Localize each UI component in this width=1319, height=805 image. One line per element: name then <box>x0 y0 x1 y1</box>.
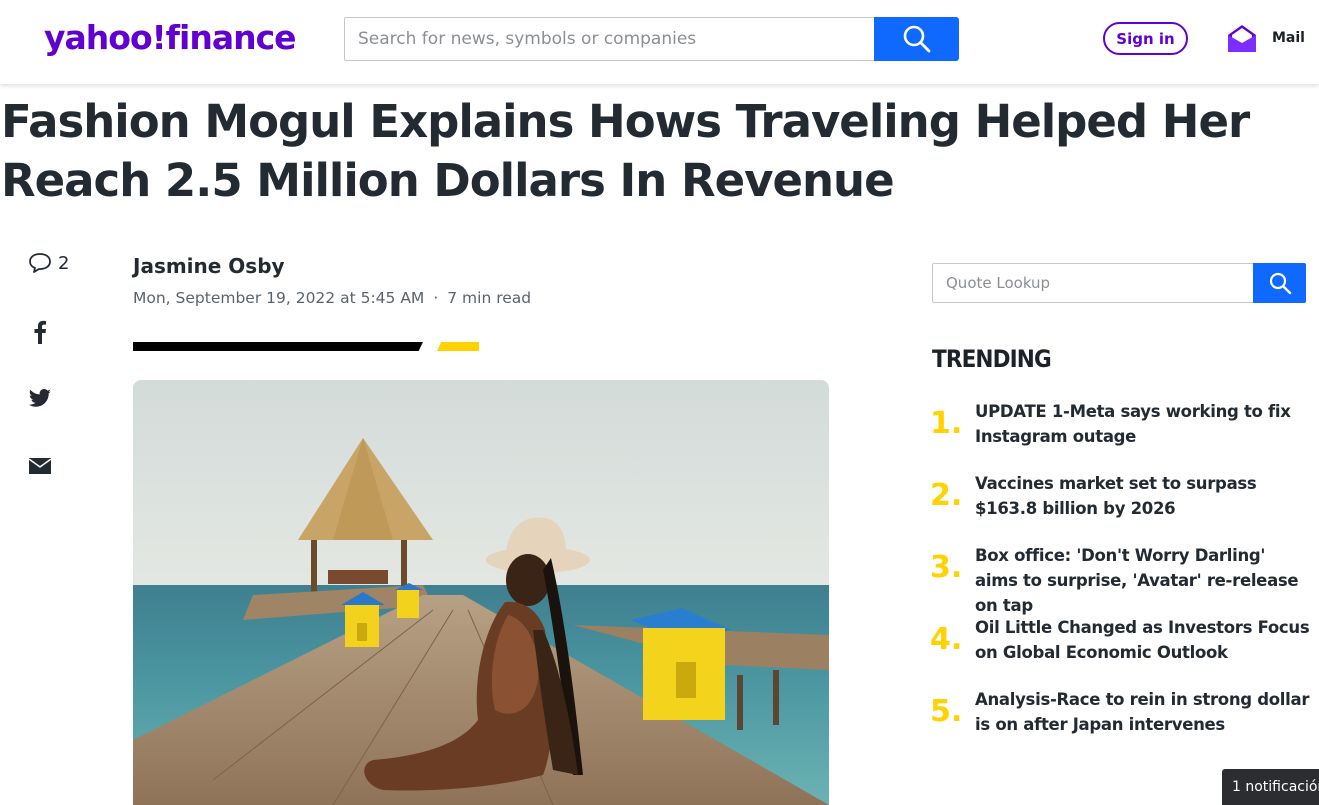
quote-lookup-input[interactable] <box>932 263 1254 303</box>
read-time: 7 min read <box>447 289 532 307</box>
comments-link[interactable]: 2 <box>28 252 69 274</box>
divider-bar <box>133 342 423 351</box>
trending-link[interactable]: Box office: 'Don't Worry Darling' aims t… <box>975 543 1310 618</box>
divider-accent <box>437 342 479 351</box>
email-share-button[interactable] <box>28 454 52 478</box>
trending-list: 1. UPDATE 1-Meta says working to fix Ins… <box>930 399 1310 759</box>
mail-icon <box>1228 25 1256 52</box>
twitter-share-button[interactable] <box>28 387 52 411</box>
search-bar <box>344 17 959 61</box>
search-input[interactable] <box>344 17 875 61</box>
quote-lookup <box>932 263 1306 303</box>
trending-rank: 4. <box>930 622 963 657</box>
comment-count: 2 <box>58 252 70 274</box>
trending-heading: TRENDING <box>932 345 1052 373</box>
facebook-icon <box>34 320 46 344</box>
trending-item[interactable]: 4. Oil Little Changed as Investors Focus… <box>930 615 1310 687</box>
email-icon <box>28 458 52 474</box>
trending-link[interactable]: Oil Little Changed as Investors Focus on… <box>975 615 1310 665</box>
site-header: yahoo!finance Sign in Mail <box>0 0 1319 84</box>
yahoo-finance-logo[interactable]: yahoo!finance <box>44 18 297 58</box>
publish-date: Mon, September 19, 2022 at 5:45 AM <box>133 289 425 307</box>
trending-rank: 2. <box>930 478 963 513</box>
meta-separator: · <box>433 289 439 307</box>
author-name[interactable]: Jasmine Osby <box>133 254 285 278</box>
search-icon <box>903 25 930 53</box>
trending-item[interactable]: 3. Box office: 'Don't Worry Darling' aim… <box>930 543 1310 615</box>
trending-rank: 1. <box>930 406 963 441</box>
article-photo <box>133 380 829 805</box>
article-meta: Mon, September 19, 2022 at 5:45 AM · 7 min… <box>133 289 531 307</box>
article-headline: Fashion Mogul Explains Hows Traveling He… <box>1 95 1250 207</box>
trending-link[interactable]: Vaccines market set to surpass $163.8 bi… <box>975 471 1310 521</box>
trending-rank: 3. <box>930 550 963 585</box>
trending-link[interactable]: UPDATE 1-Meta says working to fix Instag… <box>975 399 1310 449</box>
comment-icon <box>29 253 51 273</box>
trending-rank: 5. <box>930 694 963 729</box>
twitter-icon <box>29 389 51 407</box>
notification-toast[interactable]: 1 notificación <box>1222 769 1319 805</box>
search-icon <box>1269 272 1291 295</box>
facebook-share-button[interactable] <box>28 320 52 344</box>
mail-link[interactable]: Mail <box>1226 20 1305 56</box>
search-button[interactable] <box>874 17 959 61</box>
mail-label: Mail <box>1272 30 1305 46</box>
sign-in-button[interactable]: Sign in <box>1103 22 1188 55</box>
trending-item[interactable]: 1. UPDATE 1-Meta says working to fix Ins… <box>930 399 1310 471</box>
trending-item[interactable]: 5. Analysis-Race to rein in strong dolla… <box>930 687 1310 759</box>
trending-link[interactable]: Analysis-Race to rein in strong dollar i… <box>975 687 1310 737</box>
trending-item[interactable]: 2. Vaccines market set to surpass $163.8… <box>930 471 1310 543</box>
quote-lookup-button[interactable] <box>1253 263 1306 303</box>
